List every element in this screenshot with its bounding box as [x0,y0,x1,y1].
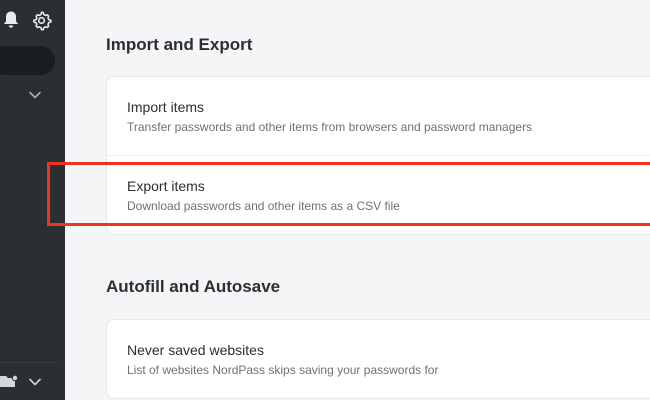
autofill-card: Never saved websites List of websites No… [106,319,650,399]
settings-content: Import and Export Import items Transfer … [65,0,650,400]
sidebar-divider [0,362,58,363]
chevron-down-icon[interactable] [28,90,42,100]
bell-icon[interactable] [2,10,20,30]
section-title-import-export: Import and Export [106,35,253,54]
sidebar [0,0,65,400]
chevron-down-icon[interactable] [28,377,42,387]
row-description: Transfer passwords and other items from … [127,120,533,134]
export-items-row[interactable]: Export items Download passwords and othe… [107,155,650,234]
sidebar-active-item[interactable] [0,46,55,75]
row-description: List of websites NordPass skips saving y… [127,363,439,377]
vault-icon[interactable] [0,373,20,389]
section-title-autofill-autosave: Autofill and Autosave [106,277,281,296]
row-title: Never saved websites [127,342,264,358]
never-saved-websites-row[interactable]: Never saved websites List of websites No… [107,320,650,398]
import-export-card: Import items Transfer passwords and othe… [106,76,650,235]
import-items-row[interactable]: Import items Transfer passwords and othe… [107,77,650,155]
row-description: Download passwords and other items as a … [127,199,400,213]
row-title: Export items [127,178,205,194]
row-title: Import items [127,99,205,115]
gear-icon[interactable] [31,10,52,31]
